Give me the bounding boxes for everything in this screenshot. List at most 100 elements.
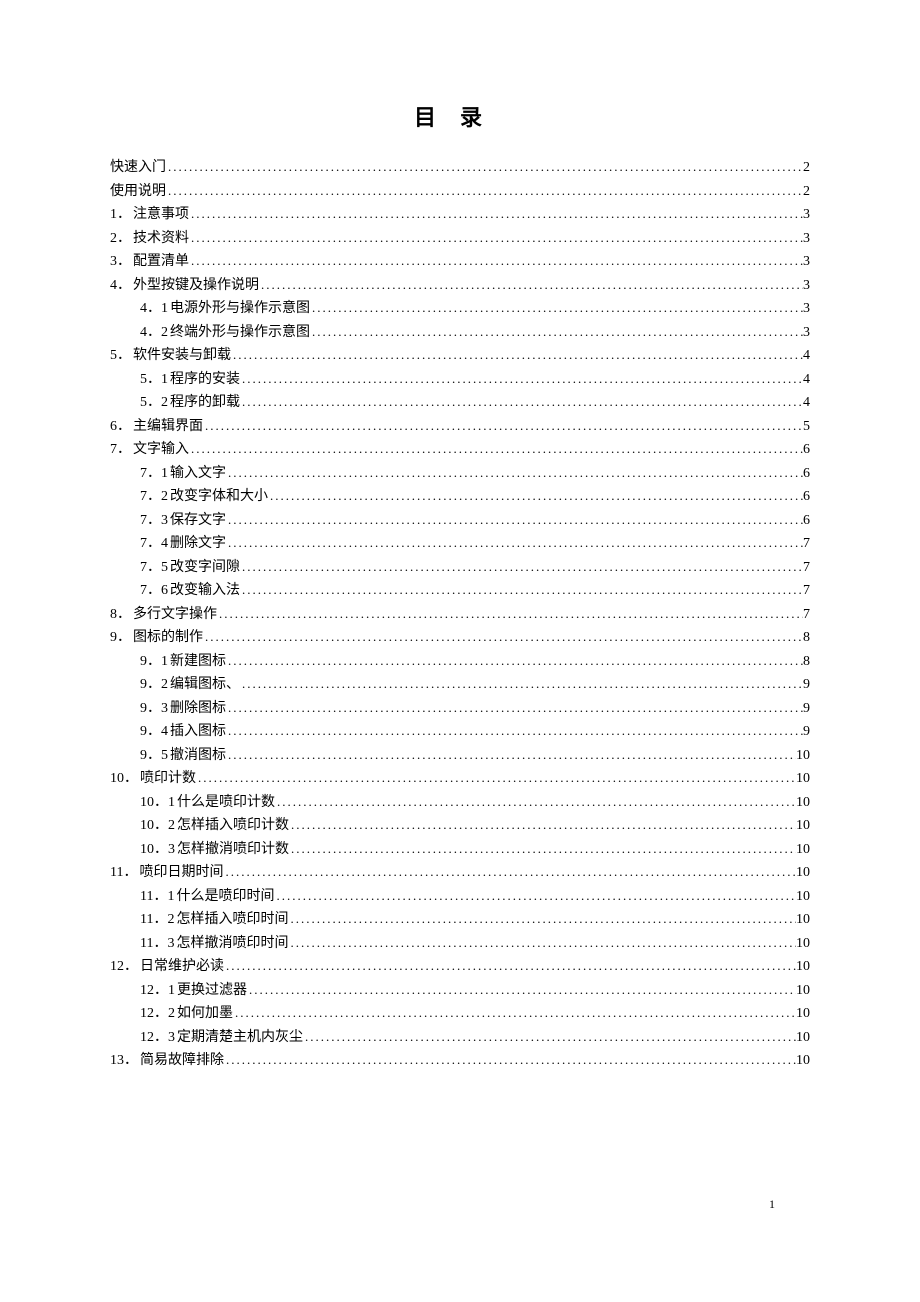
toc-dots	[240, 395, 803, 408]
toc-entry: 使用说明 2	[110, 184, 810, 199]
toc-dots	[166, 184, 803, 197]
toc-entry-page: 5	[803, 420, 810, 434]
toc-entry-number: 7．1	[140, 467, 168, 481]
toc-entry-number: 10．1	[140, 796, 175, 810]
toc-entry: 快速入门2	[110, 160, 810, 175]
toc-dots	[203, 630, 803, 643]
toc-entry-page: 10	[796, 1007, 810, 1021]
toc-entry-number: 3．	[110, 255, 131, 269]
toc-entry-number: 7．6	[140, 584, 168, 598]
toc-entry: 5．1 程序的安装4	[110, 372, 810, 387]
toc-dots	[226, 701, 803, 714]
toc-entry-number: 7．5	[140, 561, 168, 575]
toc-entry-page: 3	[803, 255, 810, 269]
toc-entry-page: 3	[803, 279, 810, 293]
toc-entry-number: 12．	[110, 960, 138, 974]
toc-entry-page: 3	[803, 326, 810, 340]
toc-entry-number: 10．2	[140, 819, 175, 833]
toc-entry-page: 9	[803, 702, 810, 716]
toc-entry-label: 喷印计数	[140, 772, 196, 786]
toc-entry-label: 怎样撤消喷印时间	[176, 937, 288, 951]
toc-entry-label: 新建图标	[170, 655, 226, 669]
toc-entry-page: 7	[803, 608, 810, 622]
toc-dots	[274, 889, 796, 902]
toc-entry-label: 改变字间隙	[170, 561, 240, 575]
toc-dots	[226, 466, 803, 479]
toc-dots	[288, 912, 796, 925]
toc-entry-number: 12．2	[140, 1007, 175, 1021]
toc-dots	[203, 419, 803, 432]
toc-entry-number: 12．1	[140, 984, 175, 998]
toc-entry-number: 11．2	[140, 913, 174, 927]
toc-entry-page: 10	[796, 819, 810, 833]
toc-dots	[224, 959, 796, 972]
toc-entry-page: 9	[803, 678, 810, 692]
toc-entry: 11．1 什么是喷印时间 10	[110, 889, 810, 904]
toc-entry: 2．技术资料3	[110, 231, 810, 246]
toc-entry-number: 9．1	[140, 655, 168, 669]
toc-entry: 10．喷印计数10	[110, 771, 810, 786]
toc-entry-number: 9．4	[140, 725, 168, 739]
toc-entry-label: 使用说明	[110, 185, 166, 199]
toc-entry-page: 7	[803, 561, 810, 575]
toc-entry-page: 2	[803, 161, 810, 175]
toc-entry: 9．3 删除图标 9	[110, 701, 810, 716]
toc-entry-page: 10	[796, 890, 810, 904]
toc-entry-number: 7．4	[140, 537, 168, 551]
toc-entry-page: 10	[796, 1054, 810, 1068]
toc-entry-number: 11．	[110, 866, 137, 880]
document-page: 目录 快速入门2使用说明21．注意事项32．技术资料33．配置清单34．外型按键…	[0, 0, 920, 1068]
toc-entry-label: 程序的卸载	[170, 396, 240, 410]
toc-entry: 4．外型按键及操作说明 3	[110, 278, 810, 293]
toc-entry-number: 11．1	[140, 890, 174, 904]
toc-entry: 7．5 改变字间隙 7	[110, 560, 810, 575]
toc-entry-page: 10	[796, 772, 810, 786]
toc-entry-number: 6．	[110, 420, 131, 434]
toc-entry-label: 终端外形与操作示意图	[170, 326, 310, 340]
toc-dots	[259, 278, 803, 291]
toc-entry: 10．1 什么是喷印计数10	[110, 795, 810, 810]
toc-entry: 7．3 保存文字6	[110, 513, 810, 528]
toc-entry: 5．软件安装与卸载 4	[110, 348, 810, 363]
toc-entry-label: 删除图标	[170, 702, 226, 716]
toc-entry-number: 9．5	[140, 749, 168, 763]
toc-entry: 7．4 删除文字7	[110, 536, 810, 551]
toc-dots	[217, 607, 803, 620]
toc-entry-number: 5．1	[140, 373, 168, 387]
toc-entry-number: 5．2	[140, 396, 168, 410]
toc-entry: 8．多行文字操作7	[110, 607, 810, 622]
toc-dots	[240, 677, 803, 690]
toc-list: 快速入门2使用说明21．注意事项32．技术资料33．配置清单34．外型按键及操作…	[110, 160, 810, 1068]
toc-dots	[247, 983, 796, 996]
toc-entry-label: 改变输入法	[170, 584, 240, 598]
toc-entry-label: 配置清单	[133, 255, 189, 269]
toc-entry: 11．喷印日期时间 10	[110, 865, 810, 880]
toc-entry-number: 10．3	[140, 843, 175, 857]
toc-dots	[189, 254, 803, 267]
toc-entry: 10．3 怎样撤消喷印计数10	[110, 842, 810, 857]
toc-entry-label: 电源外形与操作示意图	[170, 302, 310, 316]
toc-entry-label: 主编辑界面	[133, 420, 203, 434]
toc-entry-number: 9．3	[140, 702, 168, 716]
toc-entry: 9．图标的制作8	[110, 630, 810, 645]
toc-entry-number: 4．1	[140, 302, 168, 316]
toc-entry-page: 10	[796, 866, 810, 880]
toc-entry-label: 定期清楚主机内灰尘	[177, 1031, 303, 1045]
toc-dots	[310, 301, 803, 314]
toc-entry: 5．2 程序的卸载4	[110, 395, 810, 410]
toc-dots	[233, 1006, 796, 1019]
toc-entry-label: 什么是喷印时间	[176, 890, 274, 904]
toc-entry-label: 日常维护必读	[140, 960, 224, 974]
toc-entry-label: 什么是喷印计数	[177, 796, 275, 810]
toc-entry-page: 10	[796, 1031, 810, 1045]
toc-entry-page: 3	[803, 208, 810, 222]
toc-dots	[196, 771, 796, 784]
toc-dots	[226, 513, 803, 526]
toc-dots	[240, 583, 803, 596]
toc-dots	[240, 560, 803, 573]
toc-entry-page: 2	[803, 185, 810, 199]
toc-dots	[189, 207, 803, 220]
toc-entry-label: 怎样插入喷印计数	[177, 819, 289, 833]
toc-entry-label: 怎样撤消喷印计数	[177, 843, 289, 857]
toc-entry-label: 软件安装与卸载	[133, 349, 231, 363]
